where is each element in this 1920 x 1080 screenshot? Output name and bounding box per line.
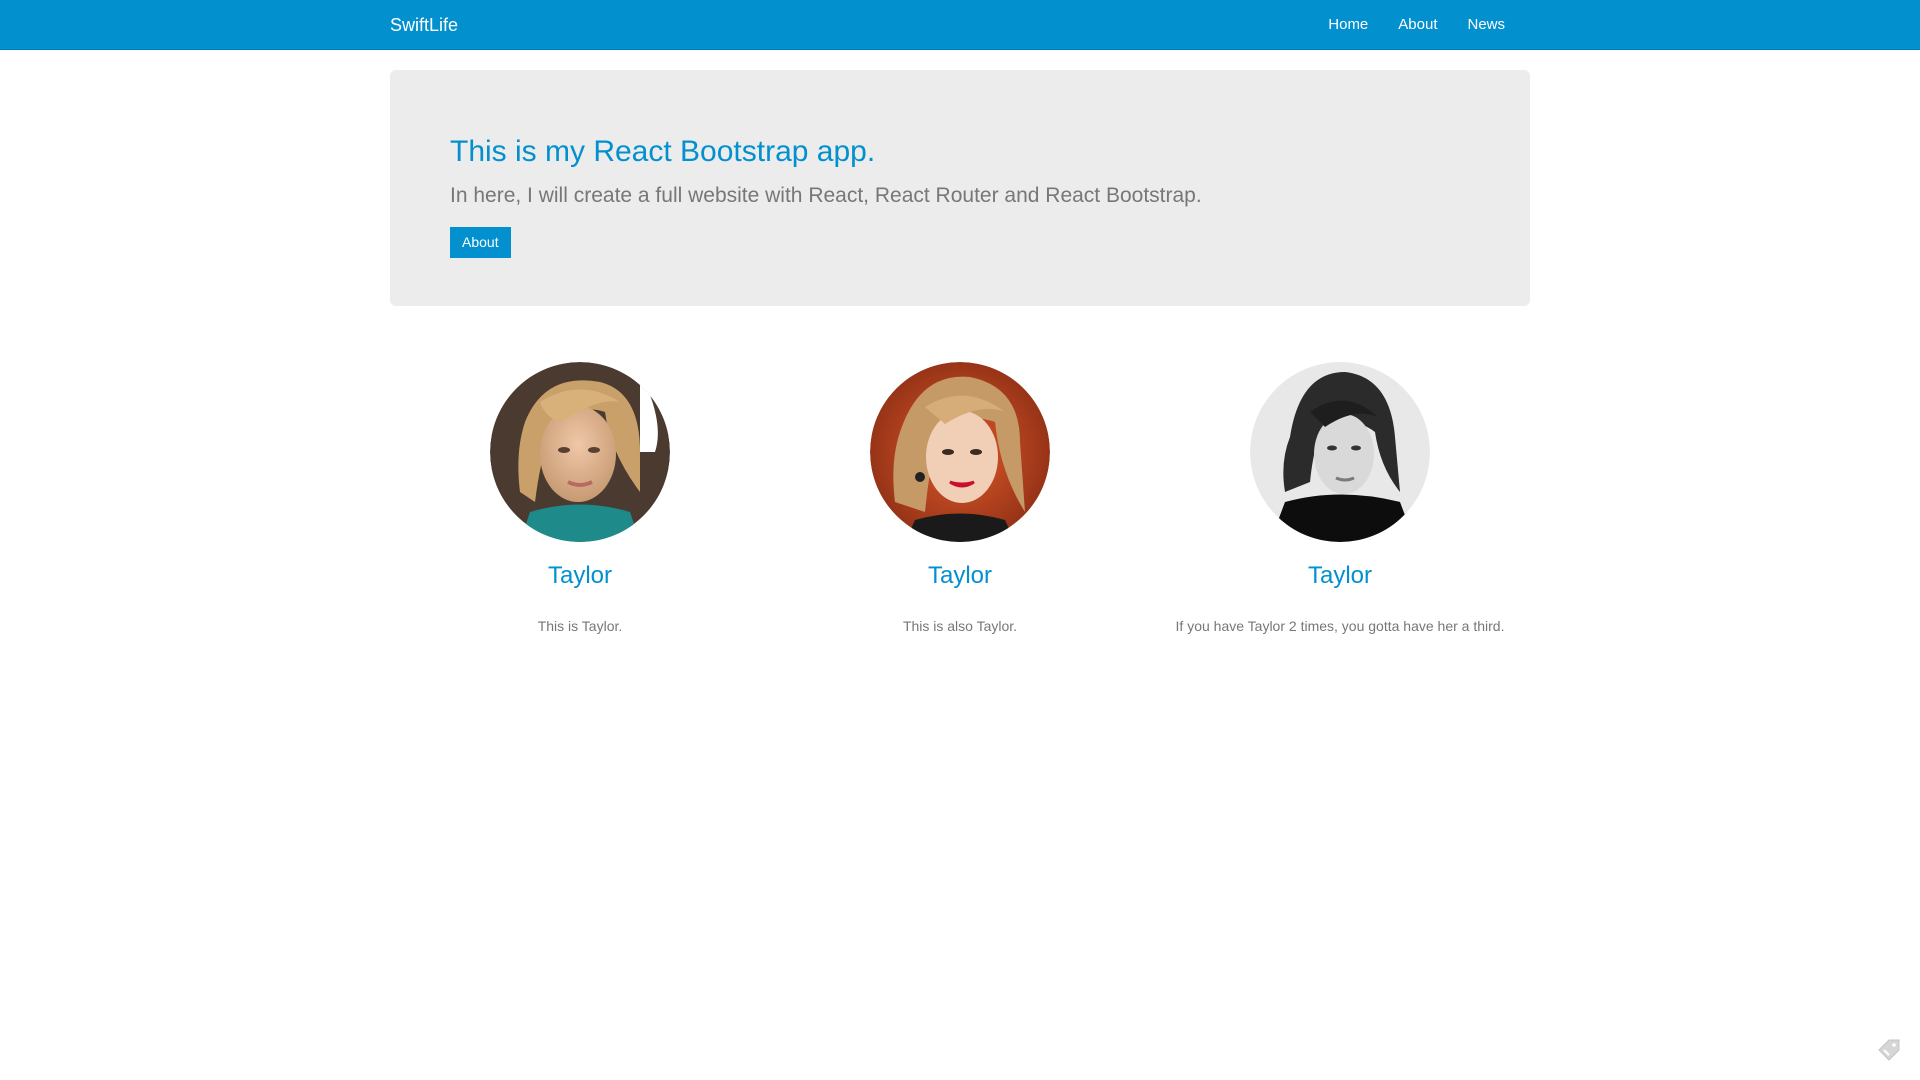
- profile-card: Taylor This is Taylor.: [390, 362, 770, 636]
- top-navbar: SwiftLife Home About News: [0, 0, 1920, 50]
- nav-links: Home About News: [1313, 0, 1520, 50]
- brand-link[interactable]: SwiftLife: [390, 0, 458, 50]
- profile-card: Taylor This is also Taylor.: [770, 362, 1150, 636]
- avatar-image: [870, 362, 1050, 542]
- card-description: If you have Taylor 2 times, you gotta ha…: [1175, 618, 1505, 634]
- nav-link-news[interactable]: News: [1452, 0, 1520, 50]
- card-name: Taylor: [1307, 562, 1373, 589]
- nav-item-home: Home: [1313, 0, 1383, 50]
- profile-card: Taylor If you have Taylor 2 times, you g…: [1150, 362, 1530, 636]
- nav-link-home[interactable]: Home: [1313, 0, 1383, 50]
- jumbotron-title: This is my React Bootstrap app.: [450, 135, 876, 168]
- avatar-image: [1250, 362, 1430, 542]
- card-name: Taylor: [547, 562, 613, 589]
- nav-item-news: News: [1452, 0, 1520, 50]
- profile-cards: Taylor This is Taylor. Taylor This is al…: [390, 362, 1530, 636]
- jumbotron-lead: In here, I will create a full website wi…: [450, 184, 1202, 207]
- nav-item-about: About: [1383, 0, 1452, 50]
- tag-icon[interactable]: [1876, 1037, 1902, 1063]
- about-button[interactable]: About: [450, 227, 511, 258]
- nav-link-about[interactable]: About: [1383, 0, 1452, 50]
- card-name: Taylor: [927, 562, 993, 589]
- card-description: This is also Taylor.: [902, 618, 1018, 634]
- jumbotron: This is my React Bootstrap app. In here,…: [390, 70, 1530, 306]
- card-description: This is Taylor.: [537, 618, 623, 634]
- avatar-image: [490, 362, 670, 542]
